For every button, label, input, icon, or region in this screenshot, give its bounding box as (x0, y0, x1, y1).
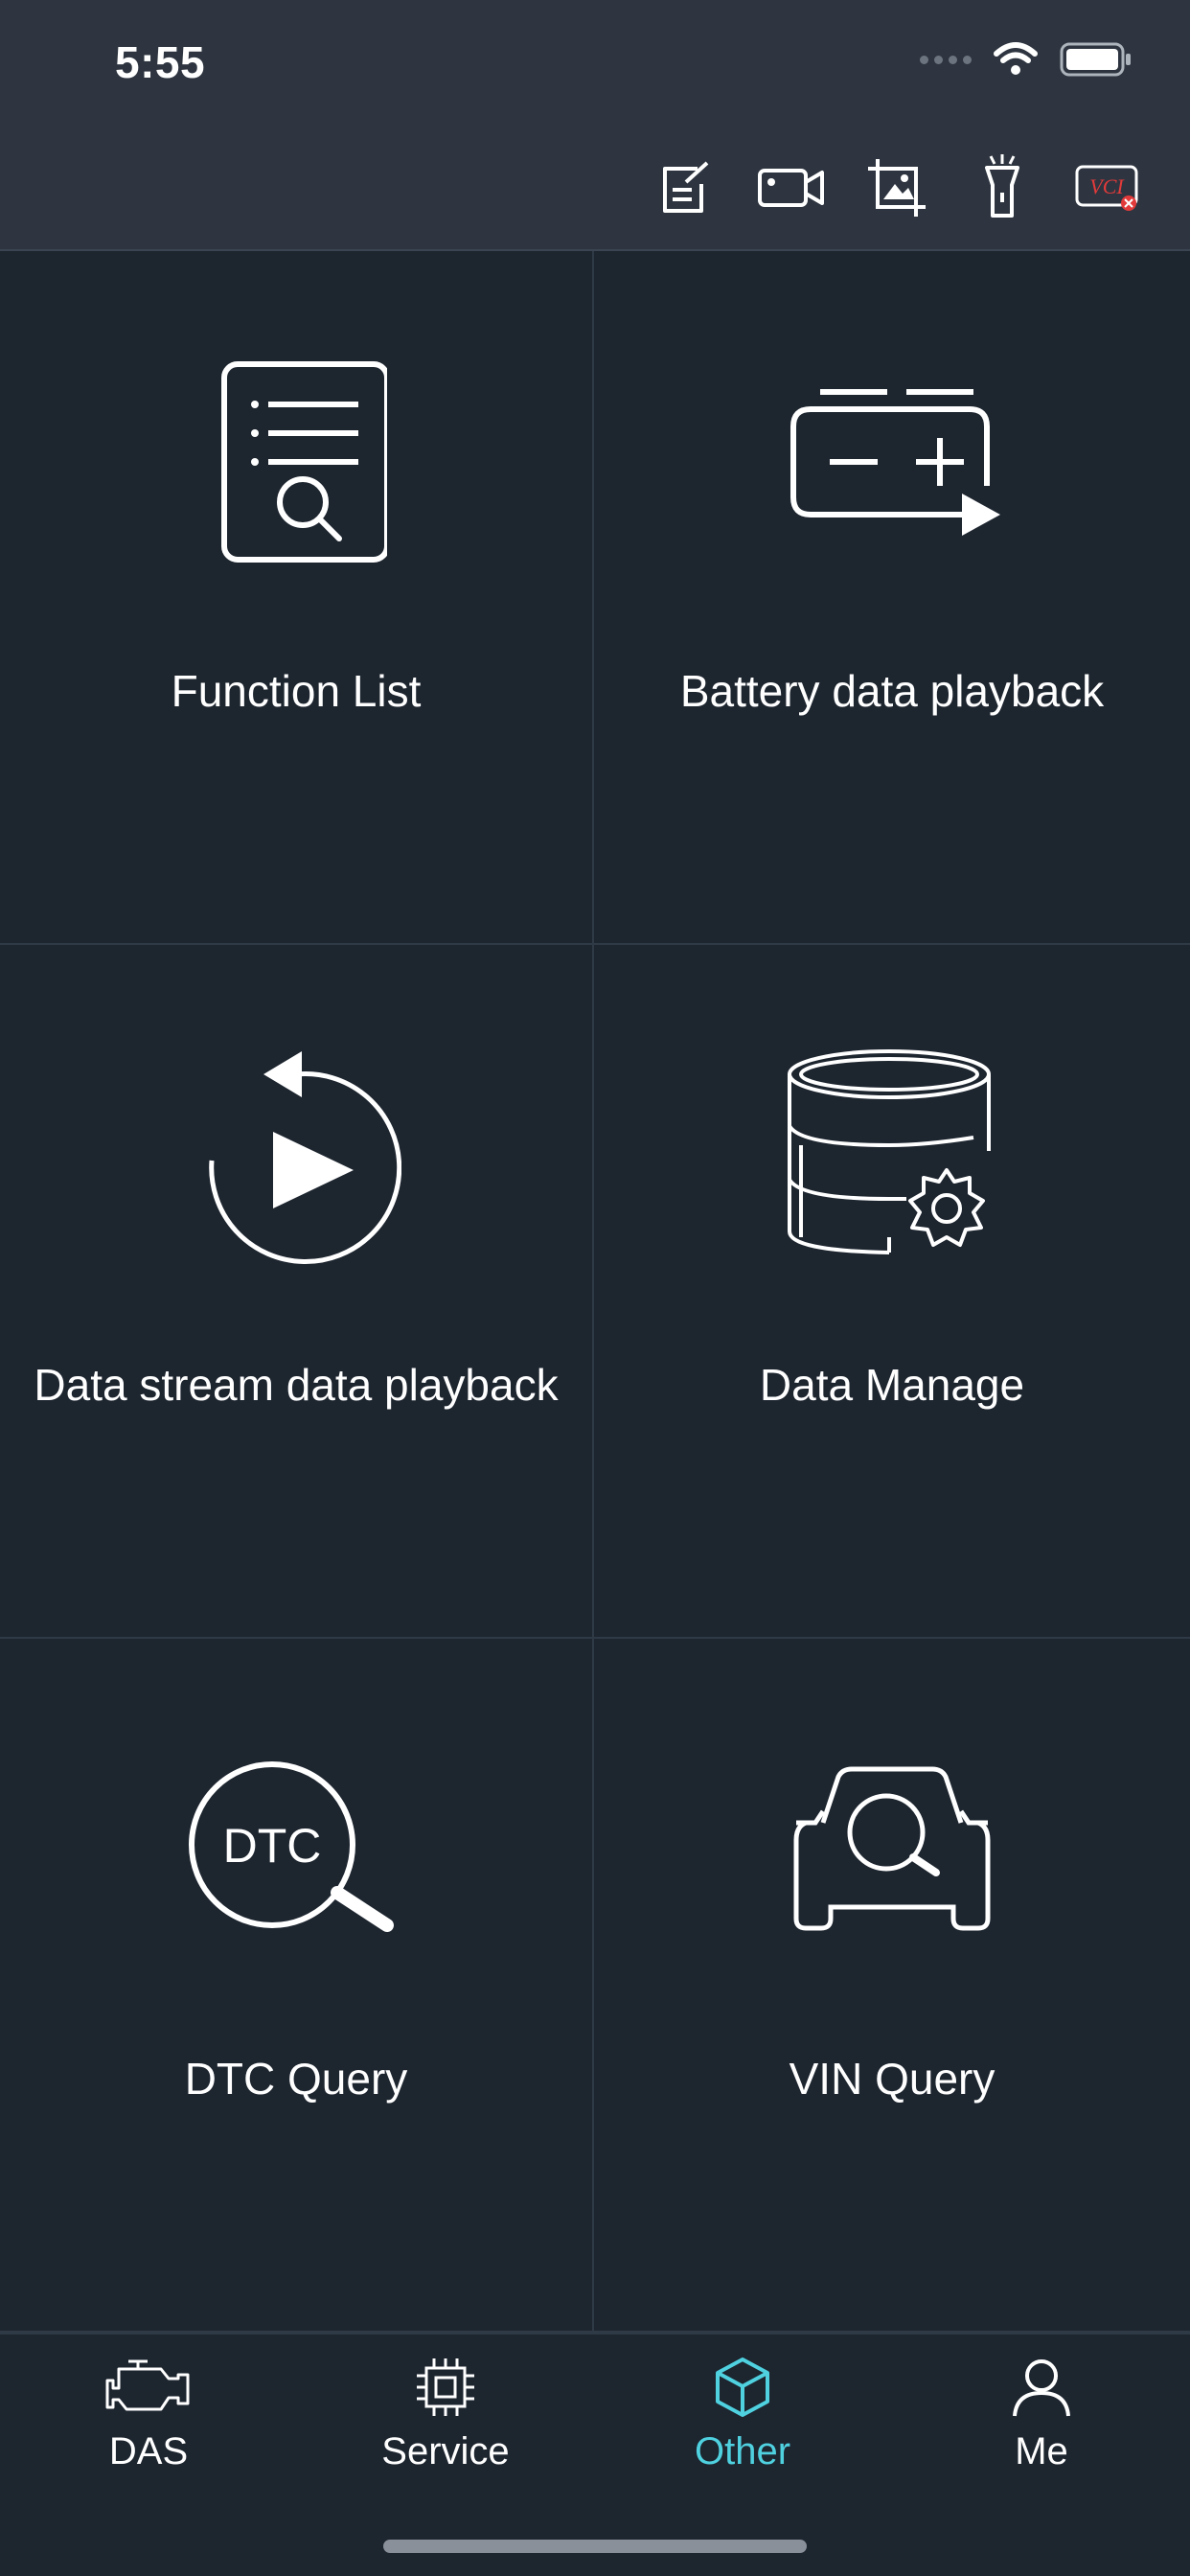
tile-label: Battery data playback (679, 666, 1105, 716)
home-indicator[interactable] (383, 2540, 807, 2553)
status-indicators (920, 42, 1133, 77)
vci-status-icon[interactable]: VCI (1073, 153, 1142, 222)
battery-playback-icon (777, 347, 1007, 577)
flashlight-icon[interactable] (968, 153, 1037, 222)
video-camera-icon[interactable] (757, 153, 826, 222)
chip-icon (402, 2344, 489, 2430)
dtc-icon-text: DTC (223, 1819, 322, 1873)
vin-query-tile[interactable]: VIN Query (594, 1639, 1190, 2333)
data-stream-playback-tile[interactable]: Data stream data playback (0, 945, 594, 1639)
function-list-tile[interactable]: Function List (0, 251, 594, 945)
cube-icon (699, 2344, 786, 2430)
status-time: 5:55 (115, 37, 206, 87)
tab-label: DAS (108, 2430, 189, 2472)
app-header: 5:55 VCI (0, 0, 1190, 251)
edit-note-icon[interactable] (652, 153, 721, 222)
wifi-icon (994, 42, 1038, 75)
battery-playback-tile[interactable]: Battery data playback (594, 251, 1190, 945)
replay-icon (181, 1041, 411, 1271)
tab-service[interactable]: Service (297, 2334, 594, 2497)
battery-icon (1060, 42, 1131, 77)
tile-label: Function List (171, 666, 422, 716)
tab-me[interactable]: Me (893, 2334, 1190, 2497)
document-search-icon (181, 347, 411, 577)
tab-das[interactable]: DAS (0, 2334, 297, 2497)
tile-label: Data Manage (759, 1360, 1025, 1410)
person-icon (998, 2344, 1085, 2430)
tile-label: VIN Query (789, 2054, 995, 2104)
engine-icon (105, 2344, 192, 2430)
data-manage-tile[interactable]: Data Manage (594, 945, 1190, 1639)
tab-label: Other (694, 2430, 791, 2472)
toolbar: VCI (652, 153, 1142, 222)
database-gear-icon (777, 1041, 1007, 1271)
car-search-icon (777, 1735, 1007, 1965)
function-grid: Function List Battery data playback Data… (0, 251, 1190, 2333)
tile-label: DTC Query (184, 2054, 408, 2104)
dtc-search-icon: DTC (181, 1735, 411, 1965)
dtc-query-tile[interactable]: DTC DTC Query (0, 1639, 594, 2333)
tab-label: Service (381, 2430, 510, 2472)
image-crop-icon[interactable] (862, 153, 931, 222)
tile-label: Data stream data playback (34, 1360, 559, 1410)
tab-label: Me (1015, 2430, 1068, 2472)
vci-label: VCI (1089, 174, 1125, 198)
cellular-signal-icon (920, 55, 972, 64)
tab-other[interactable]: Other (594, 2334, 891, 2497)
